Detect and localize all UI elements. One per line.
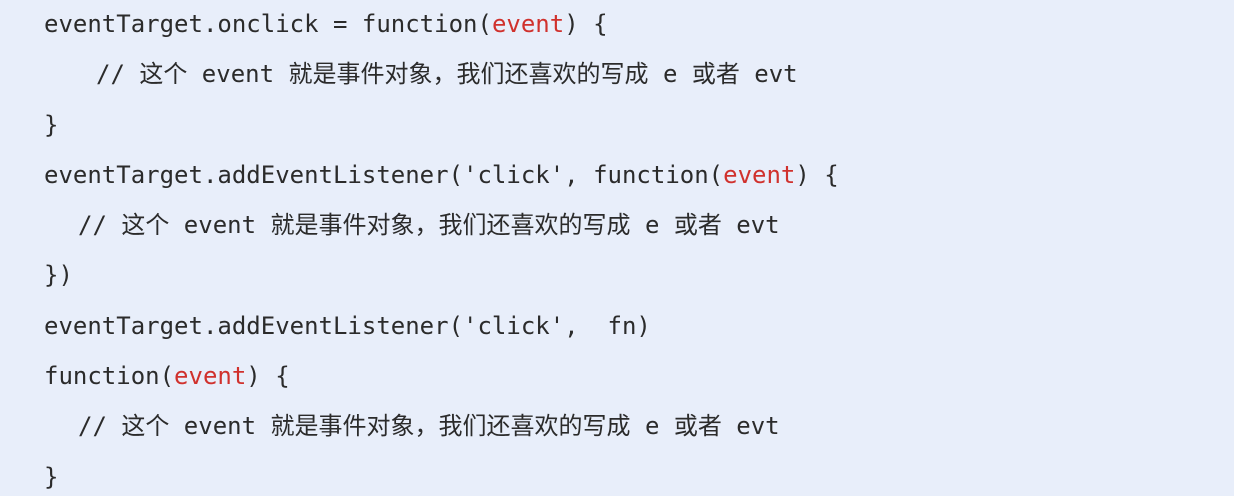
code-line: function(event) { [0,356,1234,406]
code-text: ) { [795,160,839,189]
code-comment: // 这个 event 就是事件对象，我们还喜欢的写成 e 或者 evt [96,60,798,89]
code-line: } [0,457,1234,496]
code-text: }) [44,261,73,290]
code-text: eventTarget.onclick = function( [44,10,492,38]
code-snippet: eventTarget.onclick = function(event) { … [0,0,1234,496]
code-text: ) { [246,362,290,391]
code-text: function( [44,362,175,391]
code-text: } [44,110,59,139]
code-line: // 这个 event 就是事件对象，我们还喜欢的写成 e 或者 evt [0,54,1234,104]
event-parameter: event [491,10,565,38]
event-parameter: event [174,362,247,391]
code-text: } [44,462,59,491]
code-line: // 这个 event 就是事件对象，我们还喜欢的写成 e 或者 evt [0,406,1234,456]
code-line: } [0,105,1234,155]
code-line: eventTarget.addEventListener('click', fn… [0,306,1234,356]
code-comment: // 这个 event 就是事件对象，我们还喜欢的写成 e 或者 evt [78,412,780,441]
event-parameter: event [723,160,796,189]
code-text: eventTarget.addEventListener('click', fu… [44,160,724,189]
code-text: ) { [564,10,608,38]
code-comment: // 这个 event 就是事件对象，我们还喜欢的写成 e 或者 evt [78,211,780,240]
code-line: eventTarget.addEventListener('click', fu… [0,155,1234,205]
code-line: }) [0,255,1234,305]
code-line: // 这个 event 就是事件对象，我们还喜欢的写成 e 或者 evt [0,205,1234,255]
code-text: eventTarget.addEventListener('click', fn… [44,311,651,340]
code-line: eventTarget.onclick = function(event) { [0,4,1234,54]
